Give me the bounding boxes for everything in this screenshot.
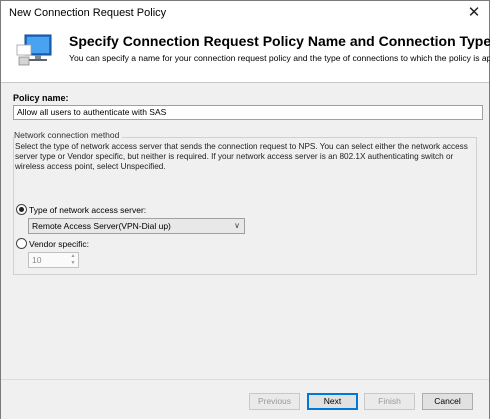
server-type-select[interactable]: Remote Access Server(VPN-Dial up) ∨ xyxy=(28,218,245,234)
wizard-content: Policy name: Network connection method S… xyxy=(1,83,489,379)
type-radio[interactable] xyxy=(16,204,27,215)
vendor-radio[interactable] xyxy=(16,238,27,249)
previous-button[interactable]: Previous xyxy=(249,393,300,410)
page-title: Specify Connection Request Policy Name a… xyxy=(69,33,490,49)
network-connection-method-group: Network connection method Select the typ… xyxy=(13,130,477,275)
wizard-footer: Previous Next Finish Cancel xyxy=(1,379,489,419)
close-icon[interactable]: ✕ xyxy=(463,3,485,23)
chevron-down-icon[interactable]: ▼ xyxy=(69,260,77,267)
vendor-stepper[interactable]: 10 ▲ ▼ xyxy=(28,252,79,268)
window-title: New Connection Request Policy xyxy=(9,7,167,19)
stepper-arrows: ▲ ▼ xyxy=(69,253,78,267)
cancel-button[interactable]: Cancel xyxy=(422,393,473,410)
computer-monitor-icon xyxy=(16,34,52,66)
chevron-up-icon[interactable]: ▲ xyxy=(69,253,77,260)
server-type-value: Remote Access Server(VPN-Dial up) xyxy=(32,221,171,231)
method-description: Select the type of network access server… xyxy=(15,142,468,171)
policy-name-input[interactable] xyxy=(13,105,483,120)
policy-name-label: Policy name: xyxy=(13,93,69,103)
title-bar: New Connection Request Policy ✕ xyxy=(1,1,489,27)
page-subtitle: You can specify a name for your connecti… xyxy=(69,53,490,63)
group-label: Network connection method xyxy=(14,130,123,140)
vendor-value: 10 xyxy=(32,255,42,265)
dialog-window: New Connection Request Policy ✕ Specify … xyxy=(0,0,490,419)
vendor-radio-label: Vendor specific: xyxy=(29,239,90,249)
next-button[interactable]: Next xyxy=(307,393,358,410)
wizard-header: Specify Connection Request Policy Name a… xyxy=(1,27,490,81)
type-radio-label: Type of network access server: xyxy=(29,205,147,215)
finish-button[interactable]: Finish xyxy=(364,393,415,410)
chevron-down-icon: ∨ xyxy=(234,221,240,230)
